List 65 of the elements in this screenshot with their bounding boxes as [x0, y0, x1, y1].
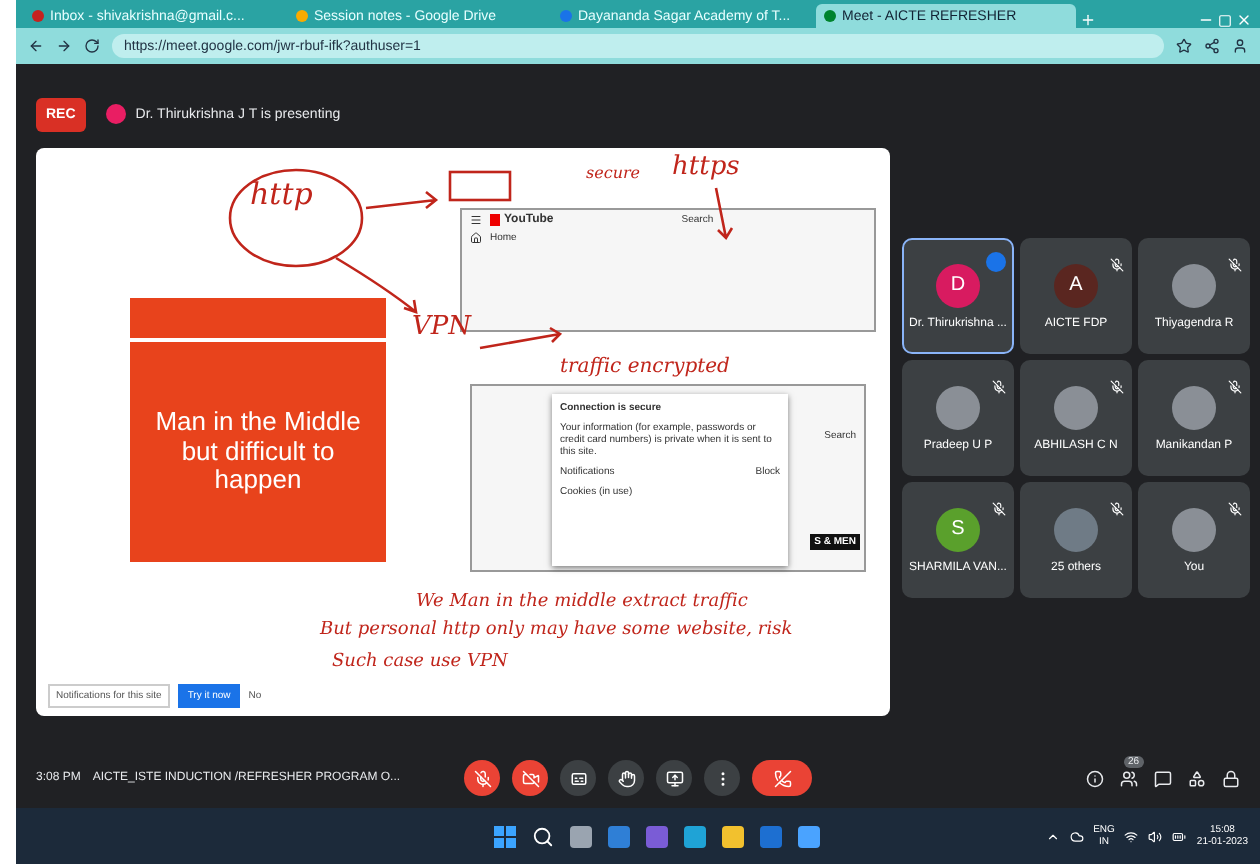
handwritten-note: But personal http only may have some website, risk	[320, 620, 793, 640]
favicon-icon	[296, 10, 308, 22]
app-icon[interactable]	[569, 825, 592, 847]
hand-icon	[617, 769, 635, 787]
handwritten-note: VPN	[412, 312, 472, 342]
more-button[interactable]	[704, 760, 740, 796]
chat-icon[interactable]	[1154, 769, 1172, 787]
forward-icon[interactable]	[56, 38, 72, 54]
favicon-icon	[32, 10, 44, 22]
ink-circle-drawing	[228, 168, 364, 268]
group-avatar	[1054, 507, 1098, 551]
phone-icon	[773, 769, 791, 787]
battery-icon[interactable]	[1172, 829, 1187, 843]
raise-hand-button[interactable]	[608, 760, 644, 796]
handwritten-note: secure	[586, 164, 641, 182]
photo-placeholder	[936, 385, 980, 429]
handwritten-note: http	[250, 176, 313, 212]
app-icon[interactable]	[607, 825, 630, 847]
ink-arrow-drawing	[334, 256, 418, 314]
mic-button[interactable]	[464, 760, 500, 796]
lock-icon[interactable]	[1222, 769, 1240, 787]
photo-placeholder	[1172, 263, 1216, 307]
handwritten-note: traffic encrypted	[560, 356, 730, 378]
handwritten-note: Such case use VPN	[332, 652, 508, 672]
share-icon[interactable]	[1204, 38, 1220, 54]
app-icon[interactable]	[797, 825, 820, 847]
camera-off-icon	[521, 769, 539, 787]
camera-button[interactable]	[512, 760, 548, 796]
letter-avatar: S	[936, 507, 980, 551]
reload-icon[interactable]	[84, 38, 100, 54]
search-icon[interactable]	[531, 825, 554, 847]
handwritten-note: We Man in the middle extract traffic	[416, 592, 748, 612]
present-icon	[665, 769, 683, 787]
captions-icon	[569, 769, 587, 787]
present-button[interactable]	[656, 760, 692, 796]
volume-icon[interactable]	[1148, 829, 1163, 843]
leave-call-button[interactable]	[752, 760, 812, 796]
captions-button[interactable]	[560, 760, 596, 796]
photo-placeholder	[1054, 385, 1098, 429]
ink-arrow-drawing	[478, 326, 563, 350]
presenter-avatar	[105, 104, 126, 124]
photo-placeholder	[1172, 507, 1216, 551]
letter-avatar: D	[936, 263, 980, 307]
star-icon[interactable]	[1176, 38, 1192, 54]
photo-placeholder	[1172, 385, 1216, 429]
handwritten-note: https	[672, 152, 740, 182]
letter-avatar: A	[1054, 263, 1098, 307]
wifi-icon[interactable]	[1124, 829, 1139, 843]
app-icon[interactable]	[683, 825, 706, 847]
menu-icon	[470, 214, 482, 226]
close-icon[interactable]	[1236, 12, 1252, 28]
home-icon	[470, 232, 482, 244]
cloud-icon[interactable]	[1069, 829, 1084, 843]
app-icon[interactable]	[721, 825, 744, 847]
favicon-icon	[824, 10, 836, 22]
activities-icon[interactable]	[1188, 769, 1206, 787]
callout-text: Man in the Middle but difficult to happen	[153, 403, 363, 499]
windows-start-icon[interactable]	[493, 825, 516, 847]
profile-icon[interactable]	[1232, 38, 1248, 54]
favicon-icon	[560, 10, 572, 22]
info-icon[interactable]	[1086, 769, 1104, 787]
mic-off-icon	[473, 769, 491, 787]
back-icon[interactable]	[28, 38, 44, 54]
maximize-icon[interactable]	[1218, 14, 1232, 28]
ink-arrow-drawing	[714, 186, 734, 241]
